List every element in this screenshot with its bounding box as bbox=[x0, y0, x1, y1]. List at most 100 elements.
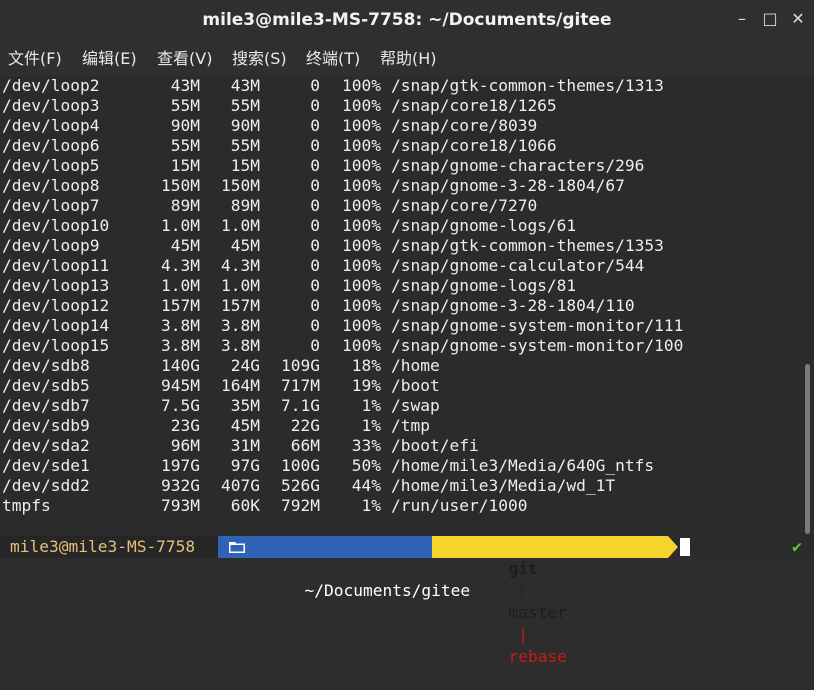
df-cell-used: 407G bbox=[221, 476, 260, 495]
df-cell-filesystem: /dev/loop8 bbox=[2, 176, 100, 195]
df-cell-filesystem: /dev/loop4 bbox=[2, 116, 100, 135]
df-row: /dev/loop13 1.0M 1.0M 0 100% /snap/gnome-logs… bbox=[2, 276, 798, 296]
df-cell-mount-point: /boot bbox=[391, 376, 440, 395]
menu-help[interactable]: 帮助(H) bbox=[380, 48, 437, 70]
menu-bar: 文件(F) 编辑(E) 查看(V) 搜索(S) 终端(T) 帮助(H) bbox=[0, 40, 814, 76]
prompt-user: mile3@mile3-MS-7758 bbox=[0, 536, 218, 558]
menu-view[interactable]: 查看(V) bbox=[157, 48, 212, 70]
df-row: /dev/loop10 1.0M 1.0M 0 100% /snap/gnome-logs… bbox=[2, 216, 798, 236]
df-cell-filesystem: /dev/loop12 bbox=[2, 296, 110, 315]
df-row: /dev/loop6 55M 55M 0 100% /snap/core18/1066 bbox=[2, 136, 798, 156]
folder-icon bbox=[229, 542, 245, 553]
df-row: /dev/sde1 197G 97G 100G 50% /home/mile3/Media… bbox=[2, 456, 798, 476]
title-bar[interactable]: mile3@mile3-MS-7758: ~/Documents/gitee –… bbox=[0, 0, 814, 40]
df-cell-mount-point: /snap/gnome-system-monitor/100 bbox=[391, 336, 684, 355]
git-branch: master bbox=[508, 603, 567, 622]
df-cell-mount-point: /snap/gnome-calculator/544 bbox=[391, 256, 645, 275]
df-cell-size: 7.5G bbox=[161, 396, 200, 415]
df-cell-used: 24G bbox=[230, 356, 260, 375]
df-cell-size: 197G bbox=[161, 456, 200, 475]
window-title: mile3@mile3-MS-7758: ~/Documents/gitee bbox=[202, 10, 612, 30]
df-cell-use-percent: 100% bbox=[342, 256, 381, 275]
df-cell-mount-point: /snap/core18/1066 bbox=[391, 136, 557, 155]
df-cell-use-percent: 100% bbox=[342, 96, 381, 115]
df-cell-filesystem: /dev/loop5 bbox=[2, 156, 100, 175]
df-cell-avail: 0 bbox=[310, 116, 320, 135]
df-cell-filesystem: /dev/loop3 bbox=[2, 96, 100, 115]
menu-search[interactable]: 搜索(S) bbox=[232, 48, 287, 70]
df-cell-mount-point: /snap/gnome-logs/61 bbox=[391, 216, 577, 235]
df-cell-size: 3.8M bbox=[161, 316, 200, 335]
df-cell-use-percent: 100% bbox=[342, 156, 381, 175]
df-cell-size: 43M bbox=[170, 76, 200, 95]
df-cell-used: 31M bbox=[230, 436, 260, 455]
df-cell-avail: 109G bbox=[281, 356, 320, 375]
df-cell-mount-point: /swap bbox=[391, 396, 440, 415]
df-row: tmpfs 793M 60K 792M 1% /run/user/1000 bbox=[2, 496, 798, 516]
git-separator: | bbox=[518, 625, 528, 644]
prompt-git-segment: git ᚴ master | rebase bbox=[432, 536, 668, 666]
df-cell-size: 157M bbox=[161, 296, 200, 315]
df-cell-avail: 0 bbox=[310, 296, 320, 315]
df-row: /dev/sdb9 23G 45M 22G 1% /tmp bbox=[2, 416, 798, 436]
shell-prompt[interactable]: mile3@mile3-MS-7758 ~/Documents/gitee gi… bbox=[0, 536, 814, 666]
df-cell-size: 793M bbox=[161, 496, 200, 515]
menu-terminal[interactable]: 终端(T) bbox=[306, 48, 360, 70]
df-cell-mount-point: /boot/efi bbox=[391, 436, 479, 455]
df-cell-used: 43M bbox=[230, 76, 260, 95]
menu-edit[interactable]: 编辑(E) bbox=[82, 48, 137, 70]
minimize-button[interactable]: – bbox=[733, 10, 751, 28]
df-cell-avail: 100G bbox=[281, 456, 320, 475]
df-cell-filesystem: /dev/loop7 bbox=[2, 196, 100, 215]
df-cell-used: 55M bbox=[230, 96, 260, 115]
menu-file[interactable]: 文件(F) bbox=[8, 48, 62, 70]
df-cell-used: 164M bbox=[221, 376, 260, 395]
df-cell-avail: 0 bbox=[310, 176, 320, 195]
terminal-output[interactable]: /dev/loop2 43M 43M 0 100% /snap/gtk-common-th… bbox=[0, 76, 800, 558]
df-cell-size: 140G bbox=[161, 356, 200, 375]
df-cell-mount-point: /home/mile3/Media/wd_1T bbox=[391, 476, 616, 495]
df-cell-filesystem: /dev/loop6 bbox=[2, 136, 100, 155]
df-cell-used: 90M bbox=[230, 116, 260, 135]
df-cell-use-percent: 1% bbox=[361, 396, 382, 415]
df-cell-size: 89M bbox=[170, 196, 200, 215]
df-row: /dev/sda2 96M 31M 66M 33% /boot/efi bbox=[2, 436, 798, 456]
df-cell-avail: 0 bbox=[310, 216, 320, 235]
close-button[interactable]: ✕ bbox=[789, 10, 807, 28]
df-cell-mount-point: /snap/core/7270 bbox=[391, 196, 538, 215]
df-cell-used: 45M bbox=[230, 416, 260, 435]
df-cell-size: 1.0M bbox=[161, 276, 200, 295]
df-cell-use-percent: 100% bbox=[342, 316, 381, 335]
df-cell-filesystem: /dev/loop13 bbox=[2, 276, 110, 295]
df-cell-used: 97G bbox=[230, 456, 260, 475]
df-row: /dev/loop4 90M 90M 0 100% /snap/core/8039 bbox=[2, 116, 798, 136]
df-cell-mount-point: /home/mile3/Media/640G_ntfs bbox=[391, 456, 655, 475]
df-cell-mount-point: /snap/core18/1265 bbox=[391, 96, 557, 115]
df-cell-avail: 717M bbox=[281, 376, 320, 395]
df-cell-use-percent: 100% bbox=[342, 276, 381, 295]
df-cell-filesystem: /dev/loop10 bbox=[2, 216, 110, 235]
df-cell-use-percent: 100% bbox=[342, 296, 381, 315]
df-cell-mount-point: /snap/gnome-system-monitor/111 bbox=[391, 316, 684, 335]
maximize-button[interactable]: □ bbox=[761, 10, 779, 28]
df-cell-filesystem: /dev/sdb9 bbox=[2, 416, 90, 435]
df-cell-size: 23G bbox=[170, 416, 200, 435]
scrollbar-thumb[interactable] bbox=[805, 364, 810, 534]
git-state: rebase bbox=[508, 647, 567, 666]
df-cell-filesystem: /dev/loop2 bbox=[2, 76, 100, 95]
df-cell-size: 932G bbox=[161, 476, 200, 495]
df-row: /dev/loop9 45M 45M 0 100% /snap/gtk-common-th… bbox=[2, 236, 798, 256]
df-cell-avail: 0 bbox=[310, 156, 320, 175]
df-cell-use-percent: 100% bbox=[342, 236, 381, 255]
df-cell-avail: 0 bbox=[310, 316, 320, 335]
df-cell-size: 90M bbox=[170, 116, 200, 135]
df-cell-mount-point: /run/user/1000 bbox=[391, 496, 528, 515]
df-cell-mount-point: /snap/core/8039 bbox=[391, 116, 538, 135]
df-cell-avail: 0 bbox=[310, 256, 320, 275]
df-cell-size: 3.8M bbox=[161, 336, 200, 355]
df-cell-use-percent: 100% bbox=[342, 336, 381, 355]
df-cell-filesystem: /dev/loop11 bbox=[2, 256, 110, 275]
df-cell-use-percent: 1% bbox=[361, 496, 382, 515]
df-cell-used: 1.0M bbox=[221, 276, 260, 295]
scrollbar[interactable] bbox=[800, 76, 814, 558]
